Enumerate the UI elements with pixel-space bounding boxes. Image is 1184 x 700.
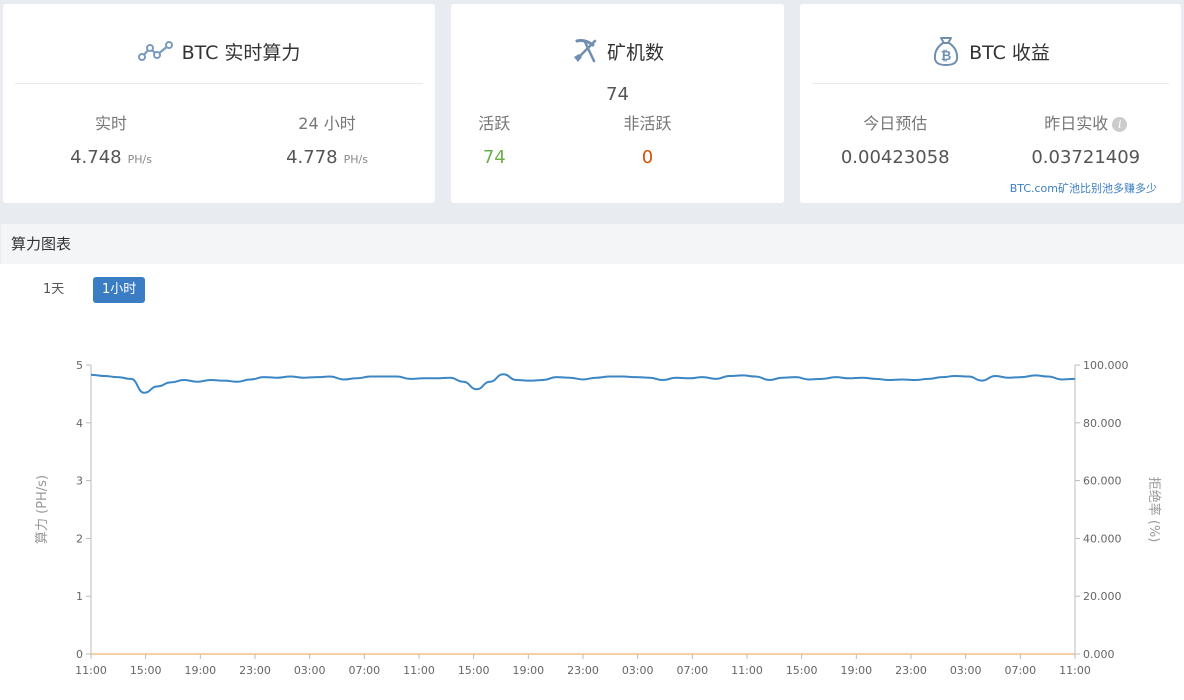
compare-earnings-link[interactable]: BTC.com矿池比别池多赚多少 — [1010, 180, 1157, 196]
day-stat: 24 小时 4.778 PH/s — [219, 110, 435, 168]
yesterday-value: 0.03721409 — [1031, 147, 1141, 168]
y-axis-label-left: 算力 (PH/s) — [35, 475, 50, 544]
day-label: 24 小时 — [298, 114, 356, 133]
workers-card: 矿机数 74 活跃 74 非活跃 0 — [451, 4, 784, 203]
inactive-stat: 非活跃 0 — [564, 110, 731, 168]
earnings-card: ₿ BTC 收益 今日预估 0.00423058 昨日实收 i 0.0372140… — [800, 4, 1181, 203]
y-tick-label-left: 2 — [76, 532, 83, 545]
y-tick-label-right: 60.000 — [1083, 475, 1122, 488]
y-tick-label-right: 100.000 — [1083, 359, 1129, 372]
y-tick-label-right: 0.000 — [1083, 648, 1115, 661]
card-divider — [812, 83, 1169, 84]
yesterday-label: 昨日实收 i — [991, 110, 1182, 134]
x-tick-label: 11:00 — [1059, 664, 1091, 677]
x-tick-label: 19:00 — [840, 664, 872, 677]
x-tick-label: 19:00 — [184, 664, 216, 677]
x-tick-label: 15:00 — [786, 664, 818, 677]
x-tick-label: 03:00 — [950, 664, 982, 677]
yesterday-stat: 昨日实收 i 0.03721409 — [991, 110, 1182, 168]
hashrate-chart: 0 1 2 3 4 5 0.000 20.000 40.000 60.000 80.000 100.0… — [35, 359, 1162, 677]
y-tick-label-left: 4 — [76, 417, 83, 430]
realtime-label: 实时 — [94, 114, 127, 133]
day-value: 4.778 PH/s — [219, 147, 435, 168]
y-tick-label-left: 1 — [76, 590, 83, 603]
today-label: 今日预估 — [863, 114, 928, 133]
yesterday-label-text: 昨日实收 — [1044, 114, 1109, 133]
card-divider — [15, 83, 423, 84]
line-chart-icon — [137, 41, 173, 61]
x-tick-label: 19:00 — [512, 664, 544, 677]
hashrate-card: BTC 实时算力 实时 4.748 PH/s 24 小时 4.778 PH/s — [3, 4, 435, 203]
hashrate-chart-section: 算力图表 1天 1小时 0 1 2 3 4 5 0.000 20.000 40.000 60.00… — [0, 224, 1184, 700]
y-axis-label-right: 拒绝率 (%) — [1146, 477, 1162, 543]
x-tick-label: 03:00 — [622, 664, 654, 677]
realtime-unit: PH/s — [127, 153, 152, 166]
today-value: 0.00423058 — [840, 147, 950, 168]
realtime-number: 4.748 — [70, 147, 122, 168]
x-tick-label: 23:00 — [895, 664, 927, 677]
active-stat: 活跃 74 — [411, 110, 578, 168]
bitcoin-bag-icon: ₿ — [933, 37, 959, 67]
svg-text:₿: ₿ — [941, 49, 952, 64]
x-tick-label: 15:00 — [458, 664, 490, 677]
pickaxe-shovel-icon — [573, 39, 597, 63]
today-stat: 今日预估 0.00423058 — [800, 110, 991, 168]
day-unit: PH/s — [343, 153, 368, 166]
y-tick-label-right: 80.000 — [1083, 417, 1122, 430]
active-value[interactable]: 74 — [411, 147, 578, 168]
x-tick-label: 03:00 — [294, 664, 326, 677]
hashrate-title-text: BTC 实时算力 — [181, 41, 301, 64]
hashrate-card-title: BTC 实时算力 — [3, 34, 435, 68]
x-tick-label: 23:00 — [567, 664, 599, 677]
realtime-value: 4.748 PH/s — [3, 147, 219, 168]
workers-card-title: 矿机数 — [451, 34, 784, 68]
x-tick-label: 11:00 — [403, 664, 435, 677]
x-tick-label: 07:00 — [348, 664, 380, 677]
x-tick-label: 11:00 — [75, 664, 107, 677]
hashrate-line — [90, 373, 1076, 394]
earnings-card-title: ₿ BTC 收益 — [800, 34, 1181, 68]
inactive-label: 非活跃 — [623, 114, 672, 133]
y-tick-label-left: 0 — [76, 648, 83, 661]
workers-title-text: 矿机数 — [606, 41, 664, 64]
inactive-value[interactable]: 0 — [564, 147, 731, 168]
active-label: 活跃 — [478, 114, 511, 133]
y-tick-label-left: 5 — [76, 359, 83, 372]
realtime-stat: 实时 4.748 PH/s — [3, 110, 219, 168]
info-icon[interactable]: i — [1112, 117, 1128, 132]
earnings-title-text: BTC 收益 — [969, 41, 1050, 64]
x-tick-label: 07:00 — [1004, 664, 1036, 677]
y-tick-label-right: 40.000 — [1083, 532, 1122, 545]
y-tick-label-right: 20.000 — [1083, 590, 1122, 603]
x-tick-label: 15:00 — [130, 664, 162, 677]
workers-total: 74 — [606, 84, 629, 105]
x-tick-label: 11:00 — [731, 664, 763, 677]
x-tick-label: 07:00 — [676, 664, 708, 677]
day-number: 4.778 — [286, 147, 338, 168]
y-tick-label-left: 3 — [76, 475, 83, 488]
x-tick-label: 23:00 — [239, 664, 271, 677]
